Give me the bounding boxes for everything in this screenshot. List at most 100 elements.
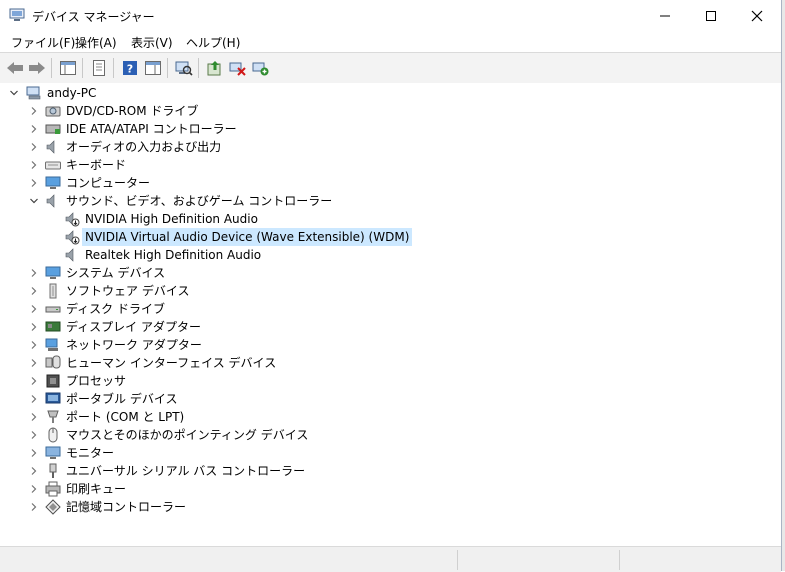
- menu-view[interactable]: 表示(V): [131, 34, 173, 51]
- properties-icon: [93, 60, 105, 76]
- tree-category[interactable]: ポート (COM と LPT): [0, 408, 781, 426]
- tree-category[interactable]: IDE ATA/ATAPI コントローラー: [0, 120, 781, 138]
- tree-category[interactable]: コンピューター: [0, 174, 781, 192]
- expand-chevron-icon[interactable]: [28, 267, 40, 279]
- category-label: DVD/CD-ROM ドライブ: [66, 104, 199, 118]
- category-label: ディスク ドライブ: [66, 302, 165, 316]
- category-label: ポータブル デバイス: [66, 392, 178, 406]
- maximize-button[interactable]: [688, 0, 734, 31]
- expand-chevron-icon[interactable]: [28, 483, 40, 495]
- computer-root-icon: [26, 86, 41, 100]
- help-button[interactable]: ?: [120, 58, 140, 78]
- expand-chevron-icon[interactable]: [28, 285, 40, 297]
- computer-icon: [45, 176, 61, 189]
- tree-category[interactable]: システム デバイス: [0, 264, 781, 282]
- svg-text:?: ?: [127, 63, 133, 76]
- scan-hardware-button[interactable]: [174, 58, 194, 78]
- device-tree[interactable]: andy-PC DVD/CD-ROM ドライブ IDE ATA/ATAPI コント…: [0, 83, 781, 545]
- monitor-icon: [45, 446, 61, 459]
- tree-category[interactable]: キーボード: [0, 156, 781, 174]
- expand-chevron-icon[interactable]: [28, 321, 40, 333]
- uninstall-device-button[interactable]: [228, 58, 248, 78]
- close-button[interactable]: [734, 0, 780, 31]
- category-label: 印刷キュー: [66, 482, 127, 496]
- sound-icon: [46, 194, 55, 208]
- action-pane-button[interactable]: [143, 58, 163, 78]
- window-title: デバイス マネージャー: [32, 10, 155, 24]
- tree-category[interactable]: サウンド、ビデオ、およびゲーム コントローラー: [0, 192, 781, 210]
- category-label: ソフトウェア デバイス: [66, 284, 190, 298]
- dvd-drive-icon: [45, 106, 61, 117]
- expand-chevron-icon[interactable]: [28, 447, 40, 459]
- collapse-chevron-icon[interactable]: [8, 87, 20, 99]
- expand-chevron-icon[interactable]: [28, 141, 40, 153]
- category-label: ヒューマン インターフェイス デバイス: [66, 356, 277, 370]
- tree-category[interactable]: プロセッサ: [0, 372, 781, 390]
- add-legacy-hardware-button[interactable]: [251, 58, 271, 78]
- tree-category[interactable]: ソフトウェア デバイス: [0, 282, 781, 300]
- portable-device-icon: [45, 392, 61, 404]
- computer-name-label: andy-PC: [47, 86, 97, 100]
- back-arrow-icon: [7, 62, 23, 74]
- tree-category[interactable]: ネットワーク アダプター: [0, 336, 781, 354]
- expand-chevron-icon[interactable]: [28, 123, 40, 135]
- category-label: モニター: [66, 446, 115, 460]
- tree-category[interactable]: オーディオの入力および出力: [0, 138, 781, 156]
- speaker-disabled-icon: [65, 212, 80, 227]
- device-manager-app-icon: [9, 8, 25, 21]
- expand-chevron-icon[interactable]: [28, 429, 40, 441]
- tree-root[interactable]: andy-PC: [0, 84, 781, 102]
- category-label: ユニバーサル シリアル バス コントローラー: [66, 464, 306, 478]
- processor-icon: [46, 374, 60, 388]
- title-bar[interactable]: デバイス マネージャー: [0, 0, 781, 31]
- console-tree-icon: [60, 61, 76, 75]
- tree-category[interactable]: 記憶域コントローラー: [0, 498, 781, 516]
- expand-chevron-icon[interactable]: [28, 105, 40, 117]
- toolbar-separator: [167, 58, 168, 78]
- menu-file[interactable]: ファイル(F): [11, 34, 75, 51]
- menu-help[interactable]: ヘルプ(H): [186, 34, 240, 51]
- toolbar-separator: [198, 58, 199, 78]
- tree-device[interactable]: NVIDIA Virtual Audio Device (Wave Extens…: [0, 228, 781, 246]
- category-label: コンピューター: [66, 176, 151, 190]
- add-hardware-icon: [252, 62, 269, 76]
- minimize-button[interactable]: [642, 0, 688, 31]
- tree-category[interactable]: DVD/CD-ROM ドライブ: [0, 102, 781, 120]
- status-separator: [457, 550, 458, 570]
- tree-category[interactable]: モニター: [0, 444, 781, 462]
- collapse-chevron-icon[interactable]: [28, 195, 40, 207]
- expand-chevron-icon[interactable]: [28, 177, 40, 189]
- tree-category[interactable]: マウスとそのほかのポインティング デバイス: [0, 426, 781, 444]
- keyboard-icon: [45, 161, 61, 170]
- expand-chevron-icon[interactable]: [28, 303, 40, 315]
- update-driver-button[interactable]: [205, 58, 225, 78]
- tree-category[interactable]: ヒューマン インターフェイス デバイス: [0, 354, 781, 372]
- port-icon: [47, 410, 59, 423]
- expand-chevron-icon[interactable]: [28, 465, 40, 477]
- category-label: オーディオの入力および出力: [66, 140, 222, 154]
- expand-chevron-icon[interactable]: [28, 357, 40, 369]
- properties-button[interactable]: [89, 58, 109, 78]
- expand-chevron-icon[interactable]: [28, 339, 40, 351]
- expand-chevron-icon[interactable]: [28, 501, 40, 513]
- back-button[interactable]: [5, 58, 25, 78]
- usb-icon: [49, 463, 57, 478]
- expand-chevron-icon[interactable]: [28, 411, 40, 423]
- expand-chevron-icon[interactable]: [28, 393, 40, 405]
- tree-category[interactable]: ポータブル デバイス: [0, 390, 781, 408]
- forward-button[interactable]: [27, 58, 47, 78]
- tree-category[interactable]: ユニバーサル シリアル バス コントローラー: [0, 462, 781, 480]
- tree-category[interactable]: 印刷キュー: [0, 480, 781, 498]
- show-hide-console-tree-button[interactable]: [58, 58, 78, 78]
- tree-category[interactable]: ディスプレイ アダプター: [0, 318, 781, 336]
- status-bar: [0, 546, 781, 572]
- tree-device[interactable]: Realtek High Definition Audio: [0, 246, 781, 264]
- category-label: 記憶域コントローラー: [66, 500, 187, 514]
- menu-action[interactable]: 操作(A): [75, 34, 117, 51]
- tree-category[interactable]: ディスク ドライブ: [0, 300, 781, 318]
- ide-controller-icon: [45, 124, 61, 134]
- expand-chevron-icon[interactable]: [28, 159, 40, 171]
- category-label: IDE ATA/ATAPI コントローラー: [66, 122, 237, 136]
- tree-device[interactable]: NVIDIA High Definition Audio: [0, 210, 781, 228]
- expand-chevron-icon[interactable]: [28, 375, 40, 387]
